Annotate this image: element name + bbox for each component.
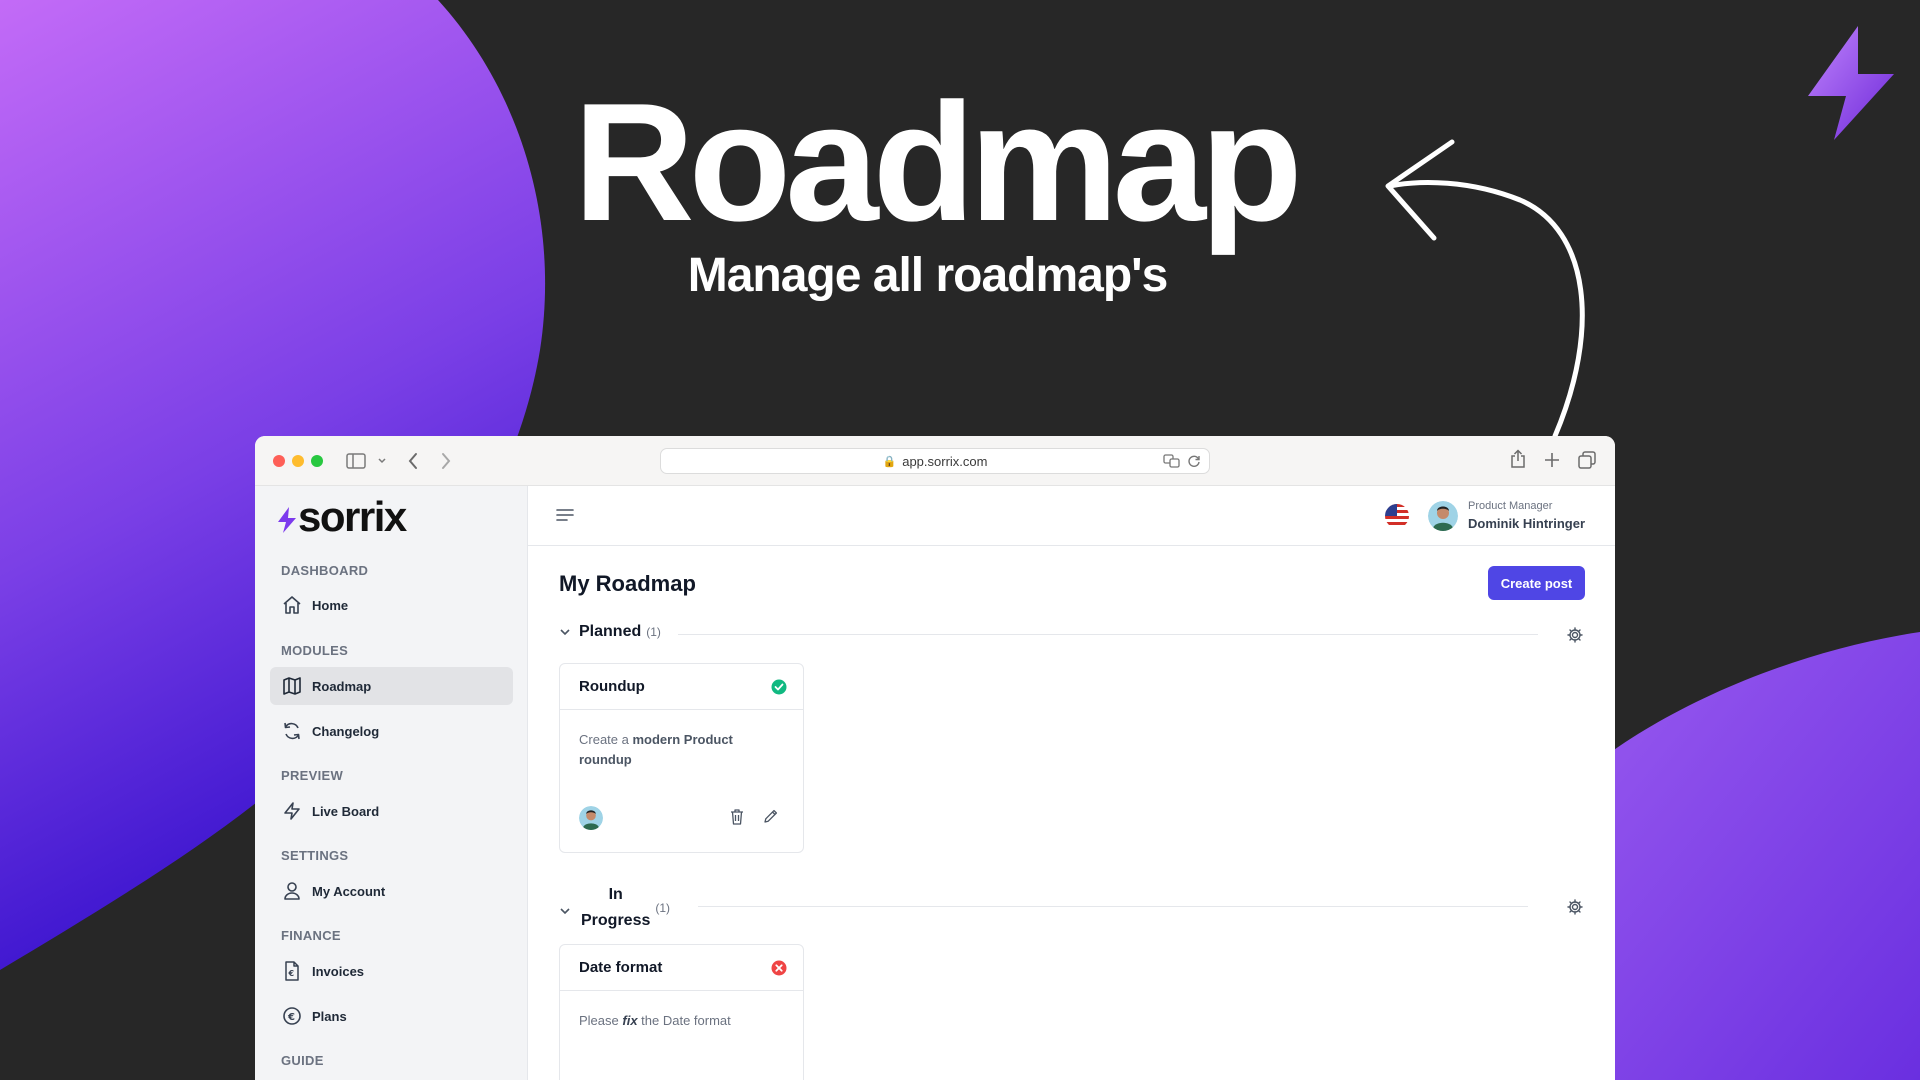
- translate-icon[interactable]: [1163, 454, 1181, 468]
- sidebar-item-label: Invoices: [312, 963, 365, 979]
- refresh-icon: [284, 722, 300, 740]
- sidebar-item-label: Roadmap: [312, 678, 372, 694]
- bolt-icon: [278, 507, 296, 533]
- browser-titlebar: 🔒 app.sorrix.com: [255, 436, 1615, 486]
- section-dashboard: DASHBOARD: [281, 563, 369, 578]
- page-title: My Roadmap: [559, 571, 696, 596]
- map-icon: [283, 677, 301, 695]
- card-description: Please fix the Date format: [579, 1013, 731, 1028]
- gear-icon[interactable]: [1567, 899, 1583, 915]
- check-circle-icon: [771, 679, 787, 694]
- card-description: Create a modern Product roundup: [579, 732, 733, 767]
- close-window-button[interactable]: [273, 455, 285, 467]
- main-content: Product Manager Dominik Hintringer My Ro…: [528, 486, 1615, 1080]
- user-icon: [284, 882, 300, 900]
- chevron-down-icon[interactable]: [559, 905, 571, 917]
- us-flag-icon[interactable]: [1385, 504, 1409, 528]
- hero-subtitle: Manage all roadmap's: [687, 249, 1169, 302]
- trash-icon[interactable]: [729, 808, 745, 826]
- sidebar-item-label: Plans: [312, 1008, 347, 1024]
- maximize-window-button[interactable]: [311, 455, 323, 467]
- svg-text:€: €: [287, 1012, 295, 1023]
- x-circle-icon: [771, 960, 787, 975]
- browser-window: 🔒 app.sorrix.com sorrix DASHBOARD Home M…: [255, 436, 1615, 1080]
- sidebar-item-label: My Account: [312, 883, 386, 899]
- sidebar-item-plans[interactable]: € Plans: [270, 997, 513, 1035]
- chevron-down-icon[interactable]: [377, 457, 387, 465]
- sidebar-item-label: Live Board: [312, 803, 380, 819]
- group-count: (1): [646, 625, 661, 639]
- home-icon: [283, 596, 301, 614]
- group-divider: [678, 634, 1538, 635]
- card-header: Roundup: [560, 664, 803, 710]
- forward-icon[interactable]: [440, 452, 452, 470]
- sidebar-item-live-board[interactable]: Live Board: [270, 792, 513, 830]
- card-footer: [579, 806, 779, 830]
- group-divider: [698, 906, 1528, 907]
- address-bar[interactable]: 🔒 app.sorrix.com: [660, 448, 1210, 474]
- hero-title: Roadmap: [573, 68, 1302, 256]
- bolt-icon: [1808, 26, 1894, 140]
- create-post-button[interactable]: Create post: [1488, 566, 1585, 600]
- lock-icon: 🔒: [882, 455, 897, 468]
- svg-text:€: €: [288, 969, 295, 978]
- sidebar-item-roadmap[interactable]: Roadmap: [270, 667, 513, 705]
- share-icon[interactable]: [1510, 449, 1526, 469]
- card-title: Roundup: [579, 678, 645, 695]
- menu-icon[interactable]: [556, 508, 574, 522]
- sidebar-item-label: Changelog: [312, 723, 380, 739]
- tabs-overview-icon[interactable]: [1578, 451, 1596, 469]
- section-finance: FINANCE: [281, 928, 341, 943]
- sidebar-item-my-account[interactable]: My Account: [270, 872, 513, 910]
- roadmap-card[interactable]: Date format Please fix the Date format: [559, 944, 804, 1080]
- address-url: app.sorrix.com: [902, 453, 988, 469]
- minimize-window-button[interactable]: [292, 455, 304, 467]
- sidebar-toggle-icon[interactable]: [346, 453, 366, 469]
- group-header-planned[interactable]: Planned (1): [559, 623, 661, 641]
- group-header-in-progress[interactable]: In Progress (1): [559, 882, 670, 934]
- sidebar: sorrix DASHBOARD Home MODULES Roadmap Ch…: [255, 486, 528, 1080]
- section-preview: PREVIEW: [281, 768, 344, 783]
- pencil-icon[interactable]: [763, 808, 779, 824]
- lightning-icon: [284, 802, 300, 820]
- brand-name: sorrix: [298, 493, 407, 540]
- section-guide: GUIDE: [281, 1053, 324, 1068]
- sidebar-item-changelog[interactable]: Changelog: [270, 712, 513, 750]
- sidebar-item-label: Home: [312, 597, 349, 613]
- gear-icon[interactable]: [1567, 627, 1583, 643]
- section-settings: SETTINGS: [281, 848, 349, 863]
- group-title: Planned: [579, 623, 642, 640]
- brand-logo[interactable]: sorrix: [278, 493, 407, 540]
- section-modules: MODULES: [281, 643, 349, 658]
- top-bar: Product Manager Dominik Hintringer: [528, 486, 1615, 546]
- card-header: Date format: [560, 945, 803, 991]
- euro-icon: €: [283, 1007, 301, 1025]
- back-icon[interactable]: [407, 452, 419, 470]
- sidebar-item-home[interactable]: Home: [270, 586, 513, 624]
- card-title: Date format: [579, 959, 663, 976]
- roadmap-card[interactable]: Roundup Create a modern Product roundup: [559, 663, 804, 853]
- user-role: Product Manager: [1468, 500, 1553, 512]
- sidebar-item-invoices[interactable]: € Invoices: [270, 952, 513, 990]
- chevron-down-icon[interactable]: [559, 626, 571, 638]
- avatar[interactable]: [579, 806, 603, 830]
- invoice-icon: €: [285, 961, 299, 981]
- new-tab-icon[interactable]: [1544, 452, 1560, 468]
- reload-icon[interactable]: [1187, 454, 1201, 468]
- avatar[interactable]: [1428, 501, 1458, 531]
- user-name[interactable]: Dominik Hintringer: [1468, 516, 1585, 531]
- group-title: In Progress: [581, 886, 651, 929]
- group-count: (1): [655, 901, 671, 915]
